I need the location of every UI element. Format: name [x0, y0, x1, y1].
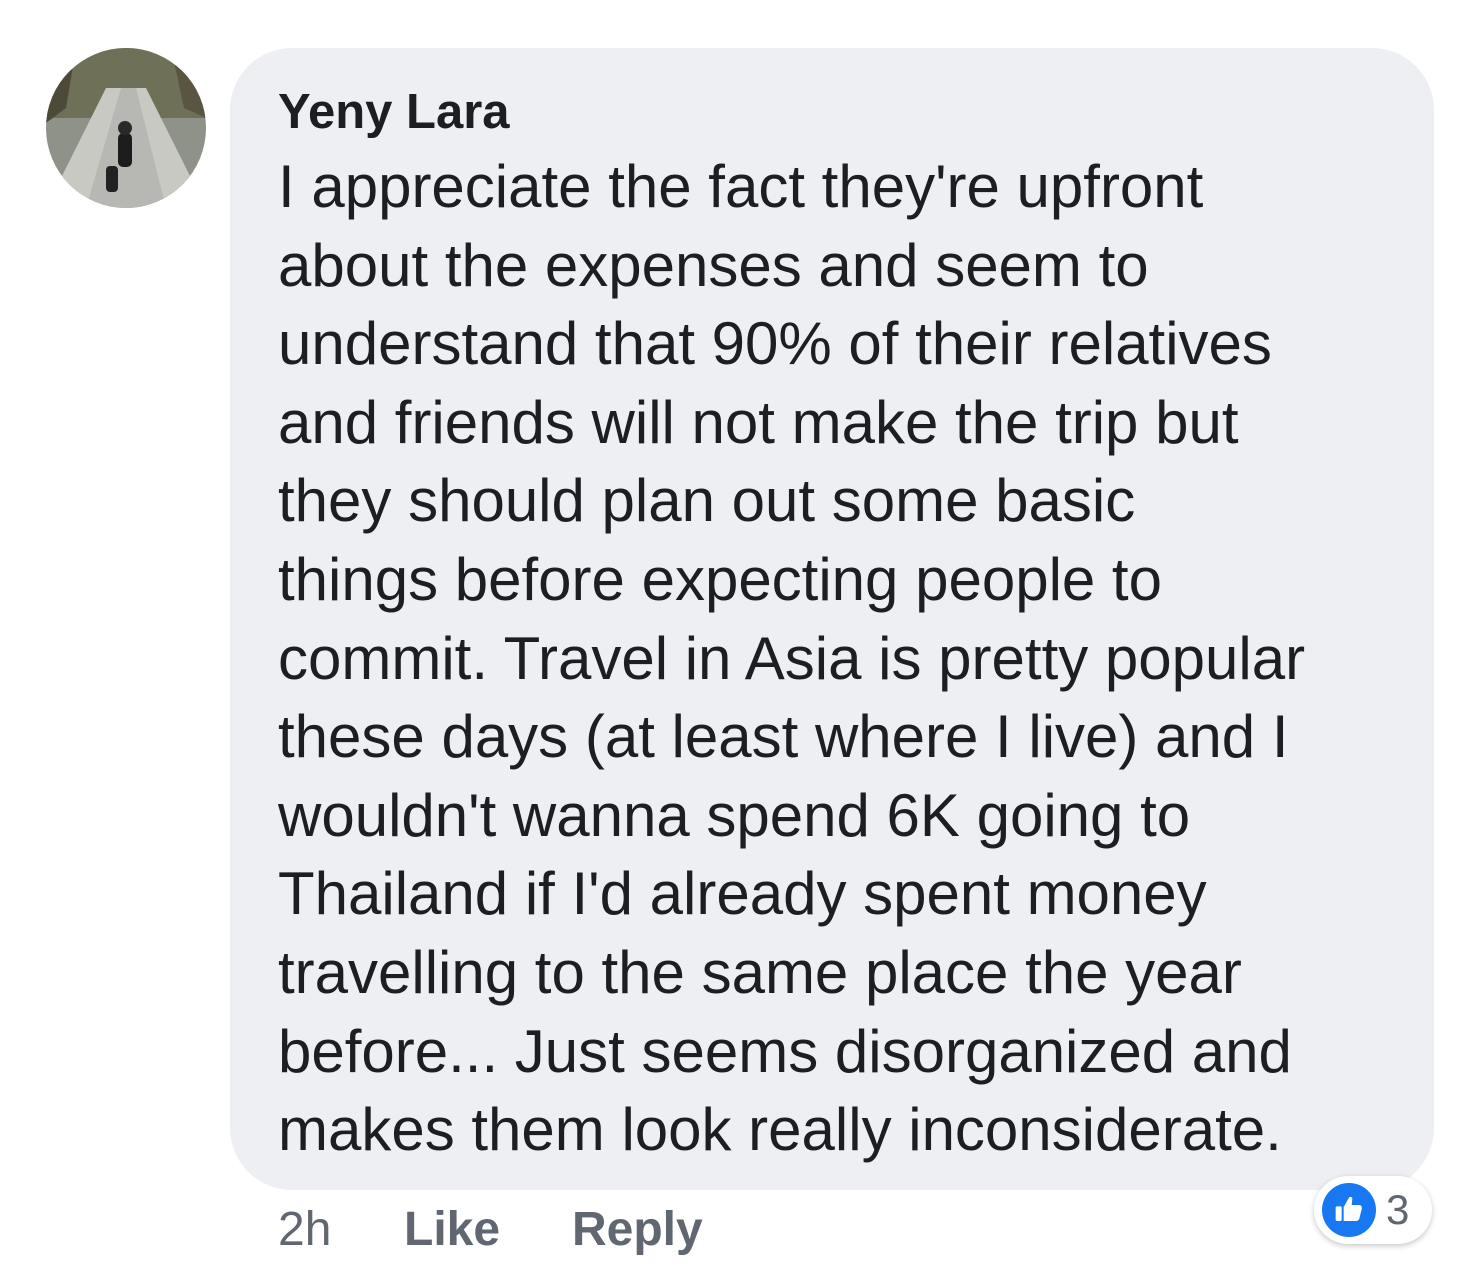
comment-text-line: these days (at least where I live) and I [278, 703, 1289, 771]
comment-text-line: wouldn't wanna spend 6K going to [278, 781, 1191, 849]
reply-button[interactable]: Reply [572, 1198, 703, 1262]
comment-timestamp[interactable]: 2h [278, 1198, 331, 1262]
comment-text-line: before... Just seems disorganized and [278, 1017, 1292, 1085]
comment-text-line: makes them look really inconsiderate. [278, 1096, 1282, 1164]
comment-text-line: things before expecting people to [278, 545, 1162, 613]
comment-text: I appreciate the fact they're upfront ab… [278, 148, 1408, 1170]
comment-text-line: Thailand if I'd already spent money [278, 860, 1207, 928]
comment-text-line: about the expenses and seem to [278, 231, 1149, 299]
comment-text-line: I appreciate the fact they're upfront [278, 153, 1204, 220]
comment-text-line: and friends will not make the trip but [278, 388, 1239, 456]
comment-text-line: commit. Travel in Asia is pretty popular [278, 624, 1306, 692]
comment-text-line: understand that 90% of their relatives [278, 310, 1272, 378]
thumbs-up-icon [1322, 1183, 1376, 1237]
comment-text-line: travelling to the same place the year [278, 938, 1242, 1006]
reaction-count: 3 [1386, 1186, 1410, 1233]
comment-text-line: they should plan out some basic [278, 467, 1136, 535]
reaction-summary[interactable]: 3 [1314, 1176, 1432, 1244]
comment-author[interactable]: Yeny Lara [278, 84, 510, 140]
like-button[interactable]: Like [404, 1198, 500, 1262]
avatar[interactable] [46, 48, 206, 208]
